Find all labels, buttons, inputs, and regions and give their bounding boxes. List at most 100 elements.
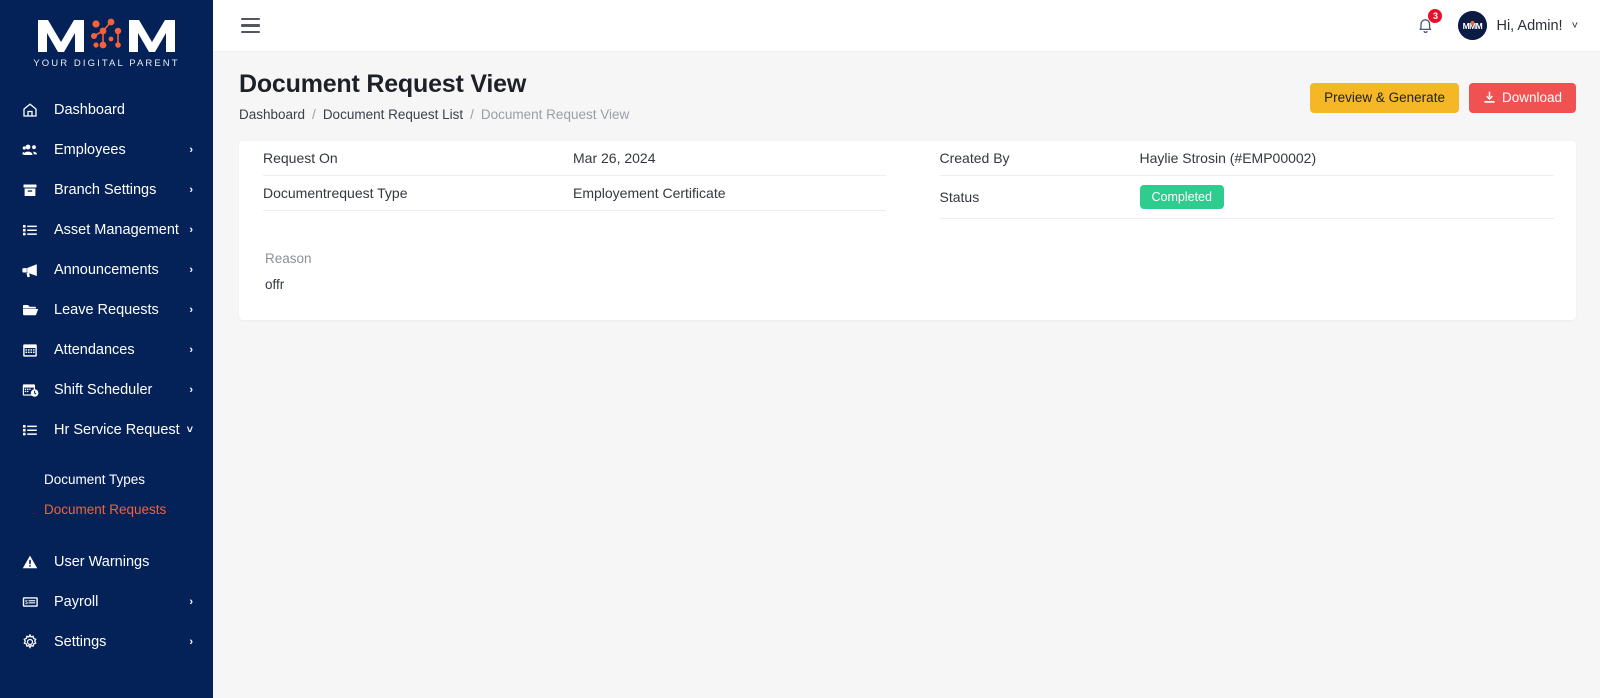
- calendar-icon: [22, 342, 44, 358]
- sidebar-item-payroll[interactable]: $ Payroll ›: [0, 582, 213, 622]
- sidebar-item-label: Employees: [54, 142, 189, 158]
- submenu-bottom-spacer: [0, 524, 213, 542]
- sidebar-item-label: Announcements: [54, 262, 189, 278]
- field-value: Mar 26, 2024: [573, 150, 656, 166]
- chevron-down-icon: ˅: [1572, 20, 1578, 32]
- breadcrumb-item-document-request-list[interactable]: Document Request List: [323, 107, 463, 122]
- hamburger-icon[interactable]: [239, 14, 262, 38]
- sidebar-item-shift-scheduler[interactable]: Shift Scheduler ›: [0, 370, 213, 410]
- users-icon: [22, 142, 44, 158]
- chevron-right-icon: ›: [189, 345, 199, 356]
- sidebar-item-user-warnings[interactable]: User Warnings: [0, 542, 213, 582]
- status-badge: Completed: [1140, 185, 1224, 209]
- field-request-on: Request On Mar 26, 2024: [263, 141, 886, 176]
- sidebar-nav: Dashboard Employees › Branch Settings ›: [0, 76, 213, 662]
- sidebar-subitem-label: Document Types: [44, 472, 145, 487]
- preview-and-generate-label: Preview & Generate: [1324, 91, 1445, 105]
- sidebar-item-announcements[interactable]: Announcements ›: [0, 250, 213, 290]
- sidebar-item-label: Settings: [54, 634, 189, 650]
- sidebar-item-label: Dashboard: [54, 102, 193, 118]
- reason-label: Reason: [265, 251, 1552, 266]
- sidebar-item-label: User Warnings: [54, 554, 193, 570]
- sidebar-subitem-label: Document Requests: [44, 502, 166, 517]
- chevron-right-icon: ›: [189, 637, 199, 648]
- page-header-left: Document Request View Dashboard / Docume…: [239, 70, 629, 122]
- reason-text: offr: [265, 277, 1552, 292]
- avatar: M M M: [1458, 11, 1487, 40]
- profile-menu[interactable]: M M M Hi, Admin! ˅: [1458, 11, 1578, 40]
- field-value: Haylie Strosin (#EMP00002): [1140, 150, 1317, 166]
- profile-greeting: Hi, Admin!: [1496, 18, 1562, 34]
- page-header: Document Request View Dashboard / Docume…: [213, 52, 1600, 122]
- topbar-right: 3 M M M Hi, Admin! ˅: [1412, 11, 1578, 41]
- chevron-right-icon: ›: [189, 597, 199, 608]
- svg-text:M: M: [1463, 21, 1470, 31]
- sidebar-subitem-document-requests[interactable]: Document Requests: [0, 494, 213, 524]
- chevron-right-icon: ›: [189, 185, 199, 196]
- breadcrumb-item-dashboard[interactable]: Dashboard: [239, 107, 305, 122]
- archive-icon: [22, 182, 44, 198]
- list-icon: [22, 222, 44, 238]
- svg-text:$: $: [25, 600, 28, 606]
- details-column-right: Created By Haylie Strosin (#EMP00002) St…: [908, 141, 1577, 219]
- mm-logo-icon: [32, 12, 182, 56]
- topbar: 3 M M M Hi, Admin! ˅: [213, 0, 1600, 52]
- warning-icon: [22, 554, 44, 570]
- app-root: YOUR DIGITAL PARENT Dashboard Employees …: [0, 0, 1600, 698]
- breadcrumb: Dashboard / Document Request List / Docu…: [239, 107, 629, 122]
- chevron-right-icon: ›: [189, 385, 199, 396]
- document-request-card: Request On Mar 26, 2024 Documentrequest …: [239, 141, 1576, 320]
- field-created-by: Created By Haylie Strosin (#EMP00002): [940, 141, 1555, 176]
- brand-logo-mark: [32, 12, 182, 56]
- gear-icon: [22, 634, 44, 650]
- sidebar: YOUR DIGITAL PARENT Dashboard Employees …: [0, 0, 213, 698]
- breadcrumb-item-current: Document Request View: [481, 107, 629, 122]
- chevron-right-icon: ›: [189, 145, 199, 156]
- main-area: 3 M M M Hi, Admin! ˅: [213, 0, 1600, 698]
- sidebar-item-branch-settings[interactable]: Branch Settings ›: [0, 170, 213, 210]
- sidebar-item-label: Leave Requests: [54, 302, 189, 318]
- hamburger-bar: [241, 31, 260, 34]
- sidebar-item-dashboard[interactable]: Dashboard: [0, 90, 213, 130]
- sidebar-item-hr-service-request[interactable]: Hr Service Request ˅: [0, 410, 213, 450]
- reason-block: Reason offr: [239, 219, 1576, 292]
- field-documentrequest-type: Documentrequest Type Employement Certifi…: [263, 176, 886, 211]
- field-label: Created By: [940, 150, 1140, 166]
- download-label: Download: [1502, 91, 1562, 105]
- chevron-right-icon: ›: [189, 225, 199, 236]
- avatar-logo-icon: M M M: [1458, 11, 1487, 40]
- payroll-icon: $: [22, 594, 44, 610]
- sidebar-item-leave-requests[interactable]: Leave Requests ›: [0, 290, 213, 330]
- chevron-right-icon: ›: [189, 305, 199, 316]
- brand-logo-block[interactable]: YOUR DIGITAL PARENT: [0, 0, 213, 76]
- chevron-right-icon: ›: [189, 265, 199, 276]
- home-icon: [22, 102, 44, 118]
- calendar-clock-icon: [22, 382, 44, 398]
- field-value: Employement Certificate: [573, 185, 726, 201]
- sidebar-item-employees[interactable]: Employees ›: [0, 130, 213, 170]
- sidebar-item-label: Payroll: [54, 594, 189, 610]
- breadcrumb-separator: /: [470, 107, 474, 122]
- preview-and-generate-button[interactable]: Preview & Generate: [1310, 83, 1459, 113]
- field-label: Status: [940, 189, 1140, 205]
- download-icon: [1483, 91, 1496, 104]
- chevron-down-icon: ˅: [187, 425, 199, 436]
- details-column-left: Request On Mar 26, 2024 Documentrequest …: [239, 141, 908, 219]
- page-title: Document Request View: [239, 70, 629, 99]
- download-button[interactable]: Download: [1469, 83, 1576, 113]
- megaphone-icon: [22, 262, 44, 278]
- sidebar-item-settings[interactable]: Settings ›: [0, 622, 213, 662]
- details-grid: Request On Mar 26, 2024 Documentrequest …: [239, 141, 1576, 219]
- list-icon: [22, 422, 44, 438]
- sidebar-subitem-document-types[interactable]: Document Types: [0, 464, 213, 494]
- sidebar-item-asset-management[interactable]: Asset Management ›: [0, 210, 213, 250]
- notification-badge: 3: [1428, 9, 1442, 23]
- notifications-button[interactable]: 3: [1412, 11, 1438, 41]
- sidebar-item-label: Asset Management: [54, 222, 189, 238]
- hamburger-bar: [241, 18, 260, 21]
- folder-icon: [22, 302, 44, 318]
- sidebar-item-label: Hr Service Request: [54, 422, 187, 438]
- sidebar-item-label: Branch Settings: [54, 182, 189, 198]
- sidebar-item-attendances[interactable]: Attendances ›: [0, 330, 213, 370]
- breadcrumb-separator: /: [312, 107, 316, 122]
